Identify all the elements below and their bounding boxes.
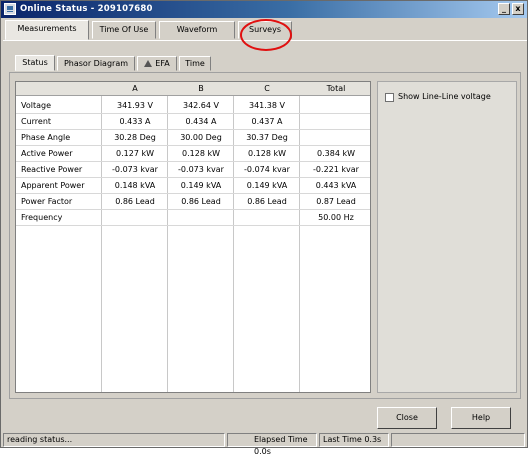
status-message: reading status... [3, 433, 225, 447]
frequency-b [168, 211, 234, 225]
tab-time-of-use[interactable]: Time Of Use [92, 21, 156, 39]
subtab-time-label: Time [185, 59, 205, 68]
row-divider [16, 209, 370, 210]
close-button[interactable]: Close [377, 407, 437, 429]
last-time: Last Time 0.3s [319, 433, 389, 447]
row-label-frequency: Frequency [21, 213, 63, 222]
row-divider [16, 193, 370, 194]
close-window-button[interactable]: x [512, 3, 524, 15]
row-divider [16, 177, 370, 178]
measurements-grid[interactable]: A B C Total Voltage 341.93 V 342.64 V 34… [15, 81, 371, 393]
power-factor-c: 0.86 Lead [247, 197, 287, 206]
reactive-power-b: -0.073 kvar [178, 165, 224, 174]
show-line-line-label[interactable]: Show Line-Line voltage [398, 92, 491, 101]
minimize-button[interactable]: _ [498, 3, 510, 15]
phase-angle-a: 30.28 Deg [114, 133, 156, 142]
window-title: Online Status - 209107680 [20, 4, 153, 14]
title-bar[interactable]: Online Status - 209107680 _ x [1, 1, 527, 18]
row-label-apparent-power: Apparent Power [21, 181, 85, 190]
elapsed-time: Elapsed Time 0.0s [227, 433, 317, 456]
frequency-total: 50.00 Hz [318, 213, 354, 222]
apparent-power-b: 0.149 kVA [180, 181, 222, 190]
row-label-voltage: Voltage [21, 101, 52, 110]
grid-header-blank [16, 82, 102, 96]
status-spare [391, 433, 525, 447]
subtab-time[interactable]: Time [179, 56, 211, 71]
subtab-status-label: Status [22, 58, 48, 67]
app-icon [4, 3, 16, 15]
frequency-c [234, 211, 300, 225]
subtab-phasor-diagram-label: Phasor Diagram [63, 59, 129, 68]
phase-angle-c: 30.37 Deg [246, 133, 288, 142]
power-factor-a: 0.86 Lead [115, 197, 155, 206]
row-label-current: Current [21, 117, 52, 126]
current-a: 0.433 A [119, 117, 151, 126]
help-button[interactable]: Help [451, 407, 511, 429]
row-divider [16, 113, 370, 114]
row-label-reactive-power: Reactive Power [21, 165, 83, 174]
active-power-b: 0.128 kW [182, 149, 220, 158]
grid-header-total[interactable]: Total [300, 82, 370, 96]
row-label-active-power: Active Power [21, 149, 73, 158]
grid-header-a[interactable]: A [102, 82, 168, 96]
options-pane: Show Line-Line voltage [377, 81, 517, 393]
row-label-power-factor: Power Factor [21, 197, 73, 206]
grid-header-c[interactable]: C [234, 82, 300, 96]
subtab-efa[interactable]: EFA [137, 56, 177, 71]
subtab-efa-label: EFA [155, 59, 170, 68]
tab-waveform-label: Waveform [176, 25, 218, 34]
reactive-power-a: -0.073 kvar [112, 165, 158, 174]
show-line-line-checkbox[interactable] [385, 93, 394, 102]
tab-surveys[interactable]: Surveys [238, 21, 292, 39]
apparent-power-c: 0.149 kVA [246, 181, 288, 190]
frequency-a [102, 211, 168, 225]
warning-icon [144, 60, 153, 67]
tab-strip-divider [3, 40, 527, 41]
tab-measurements[interactable]: Measurements [5, 20, 89, 40]
row-label-phase-angle: Phase Angle [21, 133, 71, 142]
phase-angle-total [300, 131, 370, 145]
phase-angle-b: 30.00 Deg [180, 133, 222, 142]
power-factor-b: 0.86 Lead [181, 197, 221, 206]
row-divider [16, 145, 370, 146]
reactive-power-total: -0.221 kvar [313, 165, 359, 174]
current-c: 0.437 A [251, 117, 283, 126]
tab-measurements-label: Measurements [17, 24, 77, 33]
row-divider [16, 225, 370, 226]
online-status-window: Online Status - 209107680 _ x Measuremen… [0, 0, 528, 456]
row-divider [16, 161, 370, 162]
reactive-power-c: -0.074 kvar [244, 165, 290, 174]
tab-time-of-use-label: Time Of Use [99, 25, 149, 34]
current-total [300, 115, 370, 129]
voltage-c: 341.38 V [248, 101, 285, 110]
voltage-total [300, 99, 370, 113]
tab-surveys-label: Surveys [249, 25, 281, 34]
current-b: 0.434 A [185, 117, 217, 126]
active-power-total: 0.384 kW [317, 149, 355, 158]
voltage-b: 342.64 V [182, 101, 219, 110]
apparent-power-total: 0.443 kVA [315, 181, 357, 190]
subtab-phasor-diagram[interactable]: Phasor Diagram [57, 56, 135, 71]
tab-waveform[interactable]: Waveform [159, 21, 235, 39]
apparent-power-a: 0.148 kVA [114, 181, 156, 190]
power-factor-total: 0.87 Lead [316, 197, 356, 206]
active-power-a: 0.127 kW [116, 149, 154, 158]
grid-header-b[interactable]: B [168, 82, 234, 96]
active-power-c: 0.128 kW [248, 149, 286, 158]
voltage-a: 341.93 V [116, 101, 153, 110]
row-divider [16, 129, 370, 130]
subtab-status[interactable]: Status [15, 55, 55, 71]
